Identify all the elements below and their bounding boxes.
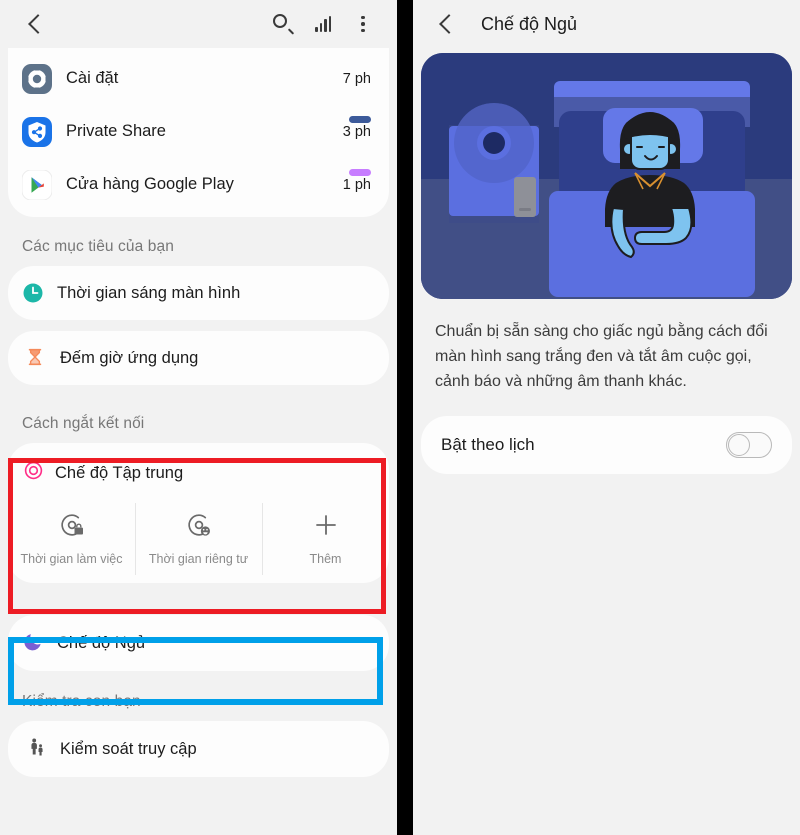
page-title: Chế độ Ngủ <box>481 13 578 34</box>
focus-tile-work-time[interactable]: Thời gian làm việc <box>8 495 135 583</box>
list-item-label: Đếm giờ ứng dụng <box>60 348 199 367</box>
plus-icon <box>313 512 339 543</box>
list-item-label: Thời gian sáng màn hình <box>57 283 241 302</box>
focus-mode-tiles: Thời gian làm việc Thời gian riêng tư Th… <box>8 495 389 583</box>
focus-tile-add-more[interactable]: Thêm <box>262 495 389 583</box>
hourglass-icon <box>25 347 47 369</box>
bar-chart-icon <box>315 16 331 32</box>
more-vertical-icon <box>361 15 365 33</box>
list-item-screen-time[interactable]: Thời gian sáng màn hình <box>8 266 389 320</box>
clock-icon <box>22 282 44 304</box>
usage-bar-badge <box>349 116 371 123</box>
focus-tile-label: Thêm <box>309 552 342 566</box>
list-item-time: 3 ph <box>342 123 371 140</box>
stats-button[interactable] <box>303 4 343 44</box>
schedule-toggle-row[interactable]: Bật theo lịch <box>421 416 792 474</box>
list-item[interactable]: Private Share 3 ph <box>8 105 389 158</box>
left-phone-screen: Cài đặt 7 ph Private Share 3 ph Cửa hàng… <box>0 0 397 835</box>
search-icon <box>273 14 295 35</box>
work-time-icon <box>59 512 85 543</box>
schedule-toggle-label: Bật theo lịch <box>441 435 535 454</box>
chevron-left-icon <box>28 14 48 34</box>
moon-icon <box>24 630 45 656</box>
private-share-icon <box>22 116 52 147</box>
focus-mode-header: Chế độ Tập trung <box>8 455 389 491</box>
overflow-menu-button[interactable] <box>343 4 383 44</box>
focus-tile-me-time[interactable]: Thời gian riêng tư <box>135 495 262 583</box>
list-item-parental-control[interactable]: Kiểm soát truy cập <box>8 721 389 777</box>
me-time-icon <box>186 512 212 543</box>
settings-gear-icon <box>22 63 52 94</box>
focus-target-icon <box>24 461 43 485</box>
back-button[interactable] <box>16 4 56 44</box>
focus-tile-label: Thời gian làm việc <box>20 552 123 566</box>
list-item[interactable]: Cửa hàng Google Play 1 ph <box>8 158 389 211</box>
panel-divider <box>397 0 413 835</box>
sleep-mode-label: Chế độ Ngủ <box>57 633 146 652</box>
list-item[interactable]: Cài đặt 7 ph <box>8 52 389 105</box>
person-sleeping-in-bed-illustration <box>421 53 792 299</box>
sleep-mode-item[interactable]: Chế độ Ngủ <box>8 615 389 671</box>
list-item-time: 7 ph <box>342 70 371 87</box>
dual-screenshot: Cài đặt 7 ph Private Share 3 ph Cửa hàng… <box>0 0 800 835</box>
schedule-toggle-switch[interactable] <box>726 432 772 458</box>
toggle-knob <box>728 434 750 456</box>
right-top-bar: Chế độ Ngủ <box>413 0 800 48</box>
focus-mode-card[interactable]: Chế độ Tập trung Thời gian làm việc Thời… <box>8 443 389 583</box>
chevron-left-icon <box>439 14 459 34</box>
list-item-label: Cửa hàng Google Play <box>66 175 234 193</box>
list-item-time: 1 ph <box>342 176 371 193</box>
google-play-icon <box>21 169 53 200</box>
list-item-label: Kiểm soát truy cập <box>60 739 197 758</box>
list-item-app-timer[interactable]: Đếm giờ ứng dụng <box>8 331 389 385</box>
section-header-goals: Các mục tiêu của bạn <box>22 238 174 255</box>
list-item-label: Cài đặt <box>66 69 119 87</box>
sleep-mode-description: Chuẩn bị sẵn sàng cho giấc ngủ bằng cách… <box>435 323 768 390</box>
focus-tile-label: Thời gian riêng tư <box>148 552 249 566</box>
search-button[interactable] <box>263 4 303 44</box>
section-header-parental: Kiểm tra con bạn <box>22 693 141 710</box>
app-usage-card: Cài đặt 7 ph Private Share 3 ph Cửa hàng… <box>8 48 389 217</box>
back-button[interactable] <box>427 4 467 44</box>
focus-mode-label: Chế độ Tập trung <box>55 463 184 482</box>
list-item-label: Private Share <box>66 122 166 140</box>
right-phone-screen: Chế độ Ngủ Chuẩn bị sẵn sàng cho giấc ng… <box>413 0 800 835</box>
section-header-disconnect: Cách ngắt kết nối <box>22 415 145 432</box>
left-top-bar <box>0 0 397 48</box>
usage-bar-badge <box>349 169 371 176</box>
parental-control-icon <box>26 737 46 762</box>
